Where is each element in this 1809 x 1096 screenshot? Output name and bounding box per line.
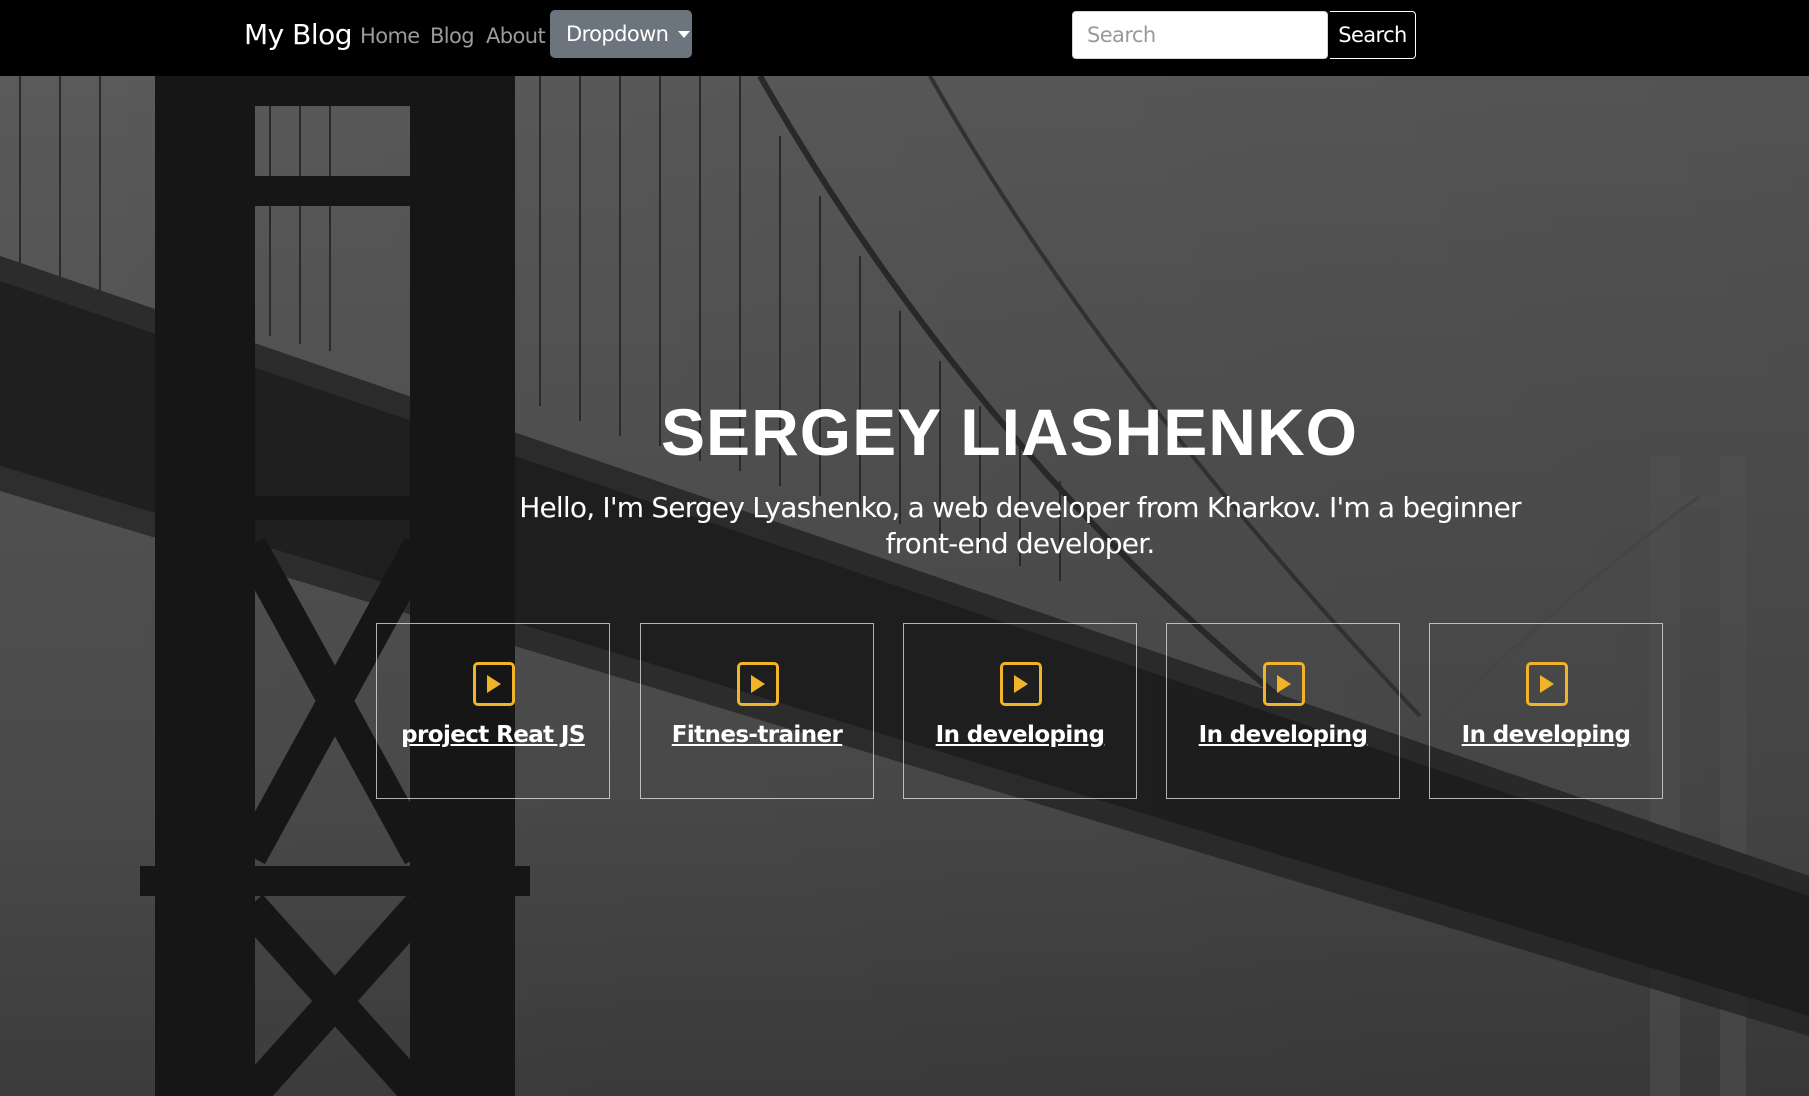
nav-link-blog[interactable]: Blog	[430, 24, 475, 48]
project-card-4[interactable]: In developing	[1166, 623, 1400, 799]
project-card-1[interactable]: project Reat JS	[376, 623, 610, 799]
project-link-3[interactable]: In developing	[904, 722, 1136, 748]
dropdown-label: Dropdown	[566, 22, 669, 46]
play-file-icon	[1263, 662, 1305, 706]
play-file-icon	[737, 662, 779, 706]
nav-link-about[interactable]: About	[486, 24, 546, 48]
hero-title: SERGEY LIASHENKO	[661, 395, 1358, 469]
hero-section: SERGEY LIASHENKO Hello, I'm Sergey Lyash…	[0, 76, 1809, 1096]
nav-link-home[interactable]: Home	[360, 24, 420, 48]
project-link-1[interactable]: project Reat JS	[377, 722, 609, 748]
play-file-icon	[1000, 662, 1042, 706]
project-link-5[interactable]: In developing	[1430, 722, 1662, 748]
play-file-icon	[1526, 662, 1568, 706]
project-card-5[interactable]: In developing	[1429, 623, 1663, 799]
bridge-background-image	[0, 76, 1809, 1096]
project-card-3[interactable]: In developing	[903, 623, 1137, 799]
play-file-icon	[473, 662, 515, 706]
caret-down-icon	[678, 30, 691, 38]
project-card-2[interactable]: Fitnes-trainer	[640, 623, 874, 799]
search-button[interactable]: Search	[1330, 11, 1416, 59]
navbar: My Blog Home Blog About Dropdown Search	[0, 0, 1809, 76]
dropdown-button[interactable]: Dropdown	[550, 10, 692, 58]
project-link-4[interactable]: In developing	[1167, 722, 1399, 748]
brand-link[interactable]: My Blog	[244, 18, 353, 51]
search-input[interactable]	[1072, 11, 1328, 59]
project-link-2[interactable]: Fitnes-trainer	[641, 722, 873, 748]
hero-subtitle: Hello, I'm Sergey Lyashenko, a web devel…	[519, 491, 1521, 560]
